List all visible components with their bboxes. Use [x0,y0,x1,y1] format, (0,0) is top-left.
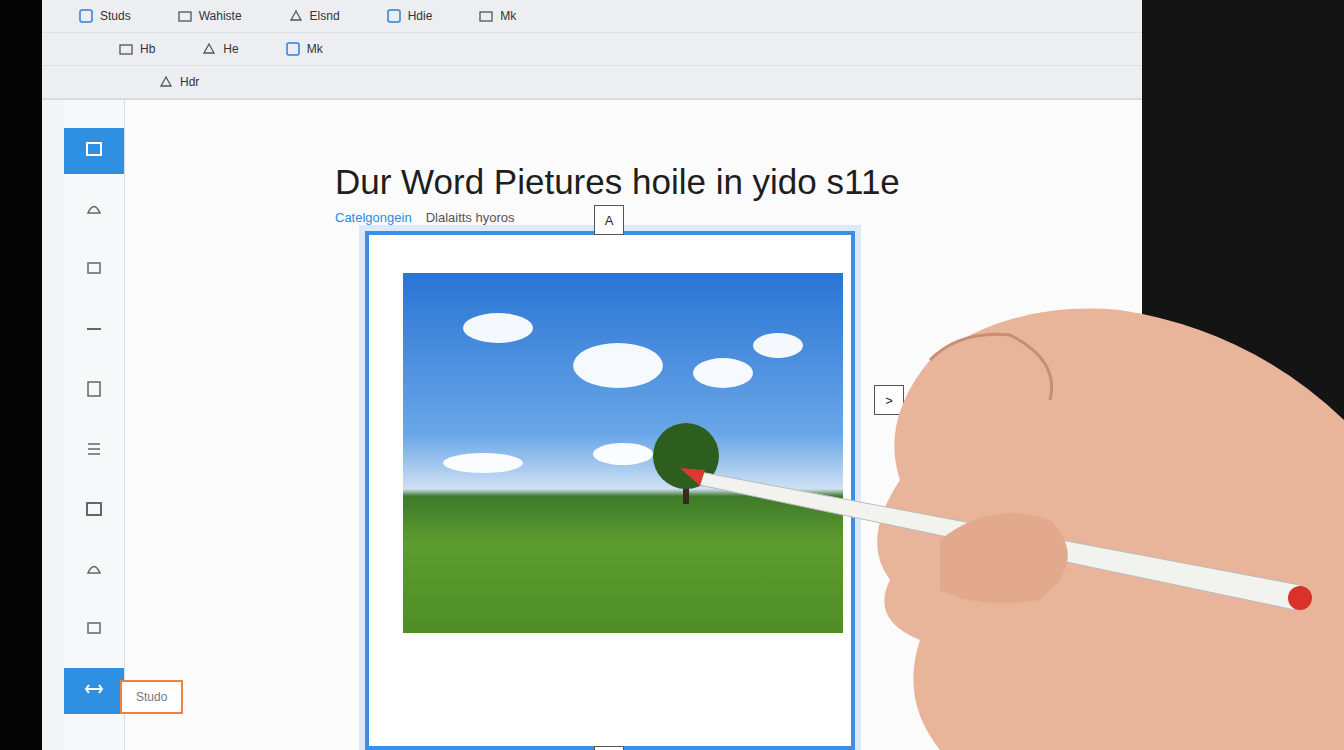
cloud [573,343,663,388]
tool-icon [288,8,304,24]
tool-icon [386,8,402,24]
toolbar-label: Mk [500,9,516,23]
sidebar-icon [83,678,105,704]
sidebar-icon [83,198,105,224]
bezel [0,0,42,750]
toolbar-button[interactable]: Studs [72,6,137,26]
tool-icon [158,74,174,90]
subtitle-row: Catelgongein Dlalaitts hyoros [335,210,1142,225]
sidebar-icon [83,438,105,464]
toolbar-row: Hdr [42,66,1142,99]
landscape-picture[interactable] [403,273,843,633]
sidebar-item[interactable] [64,188,124,234]
cloud [443,453,523,473]
toolbar-button[interactable]: Mk [472,6,522,26]
document-title[interactable]: Dur Word Pietures hoile in yido s11e [335,162,1142,202]
sidebar [64,100,125,750]
toolbar-label: Wahiste [199,9,242,23]
toolbar-row: Hb He Mk [42,33,1142,66]
toolbar-label: Elsnd [310,9,340,23]
resize-handle[interactable]: × [594,746,624,750]
tool-icon [177,8,193,24]
toolbar-label: Studs [100,9,131,23]
sidebar-item[interactable] [64,128,124,174]
background [1142,0,1344,750]
tool-icon [285,41,301,57]
sidebar-icon [83,318,105,344]
sidebar-icon [83,258,105,284]
toolbar-button[interactable]: Mk [279,39,329,59]
sidebar-item[interactable] [64,248,124,294]
tool-icon [78,8,94,24]
sidebar-item[interactable] [64,308,124,354]
document-page: Dur Word Pietures hoile in yido s11e Cate… [125,100,1142,750]
sidebar-item[interactable] [64,668,124,714]
cloud [693,358,753,388]
toolbar-label: Hb [140,42,155,56]
sidebar-icon [83,378,105,404]
subtitle: Dlalaitts hyoros [426,210,515,225]
cloud [593,443,653,465]
cloud [463,313,533,343]
sidebar-item[interactable] [64,488,124,534]
sidebar-icon [83,558,105,584]
sidebar-item[interactable] [64,548,124,594]
tree [653,423,719,489]
toolbar-label: Hdie [408,9,433,23]
resize-handle[interactable]: A [594,205,624,235]
toolbar-label: Mk [307,42,323,56]
toolbar-button[interactable]: Hdr [152,72,205,92]
category-link[interactable]: Catelgongein [335,210,412,225]
toolbar-button[interactable]: Elsnd [282,6,346,26]
picture-frame[interactable]: A>× [365,231,855,750]
hand-with-pen-icon [0,0,1344,750]
toolbar-button[interactable]: Hb [112,39,161,59]
bottom-button[interactable]: Studo [120,680,183,714]
toolbar-button[interactable]: Wahiste [171,6,248,26]
toolbar: Studs Wahiste Elsnd Hdie Mk Hb He Mk Hdr [42,0,1142,100]
resize-handle[interactable]: > [874,385,904,415]
app-screen: Studs Wahiste Elsnd Hdie Mk Hb He Mk Hdr Dur Word… [42,0,1142,750]
sidebar-icon [83,138,105,164]
toolbar-label: He [223,42,238,56]
main-area: Dur Word Pietures hoile in yido s11e Cate… [42,100,1142,750]
tool-icon [201,41,217,57]
cloud [753,333,803,358]
toolbar-row: Studs Wahiste Elsnd Hdie Mk [42,0,1142,33]
tool-icon [118,41,134,57]
sidebar-item[interactable] [64,428,124,474]
toolbar-label: Hdr [180,75,199,89]
toolbar-button[interactable]: Hdie [380,6,439,26]
toolbar-button[interactable]: He [195,39,244,59]
sidebar-icon [83,618,105,644]
tool-icon [478,8,494,24]
sidebar-item[interactable] [64,608,124,654]
sidebar-icon [83,498,105,524]
sidebar-item[interactable] [64,368,124,414]
